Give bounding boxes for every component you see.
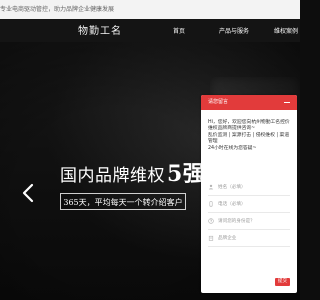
user-icon [208,184,214,190]
hero-subheadline: 365天，平均每天一个转介绍客户 [60,193,186,210]
lead-form: 姓名（必填） 电话（必填） 请问您的身份是？ 品牌企业 [208,179,290,247]
user-icon-svg [208,184,214,190]
company-type-select[interactable]: 品牌企业 [208,230,290,247]
name-placeholder: 姓名（必填） [218,185,246,190]
topbar: 专业电商驱动管控，助力品牌企业健康发展 [0,0,300,19]
question-icon [208,218,214,224]
phone-icon [208,201,214,207]
nav-item-products-services[interactable]: 产品与服务 [208,26,260,35]
phone-icon-svg [209,201,213,207]
chat-widget: 请您留言 Hi，您好，欢迎您向杭州物勤工名控价维权品牌商提供咨询~ 乱价监测 |… [201,95,297,293]
submit-button[interactable]: 提交 [275,278,290,286]
hero-headline-main: 国内品牌维权 [60,166,165,186]
company-type-value: 品牌企业 [218,236,237,241]
page: 专业电商驱动管控，助力品牌企业健康发展 物勤工名 首页 产品与服务 维权案例 国… [0,0,300,300]
question-icon-svg [208,218,214,224]
name-field[interactable]: 姓名（必填） [208,179,290,196]
chat-body: Hi，您好，欢迎您向杭州物勤工名控价维权品牌商提供咨询~ 乱价监测 | 案源打击… [201,110,297,152]
chat-title: 请您留言 [208,99,229,105]
hero-headline-strong: 5强 [167,161,206,187]
chat-message: Hi，您好，欢迎您向杭州物勤工名控价维权品牌商提供咨询~ 乱价监测 | 案源打击… [208,120,290,151]
brand-logo[interactable]: 物勤工名 [78,22,122,37]
identity-placeholder: 请问您的身份是？ [218,219,255,224]
topbar-text: 专业电商驱动管控，助力品牌企业健康发展 [0,6,115,13]
phone-placeholder: 电话（必填） [218,202,246,207]
main-nav: 首页 产品与服务 维权案例 [150,19,300,42]
minimize-button[interactable] [283,95,291,110]
identity-select[interactable]: 请问您的身份是？ [208,213,290,230]
building-icon [208,235,214,241]
chevron-left-icon [22,183,34,203]
nav-item-cases[interactable]: 维权案例 [260,26,300,35]
hero-headline: 国内品牌维权5强 [60,156,205,188]
building-icon-svg [208,235,214,241]
nav-item-home[interactable]: 首页 [150,26,208,35]
site-header: 物勤工名 首页 产品与服务 维权案例 [0,19,300,42]
chat-header: 请您留言 [201,95,297,110]
previous-slide-button[interactable] [20,183,36,203]
phone-field[interactable]: 电话（必填） [208,196,290,213]
